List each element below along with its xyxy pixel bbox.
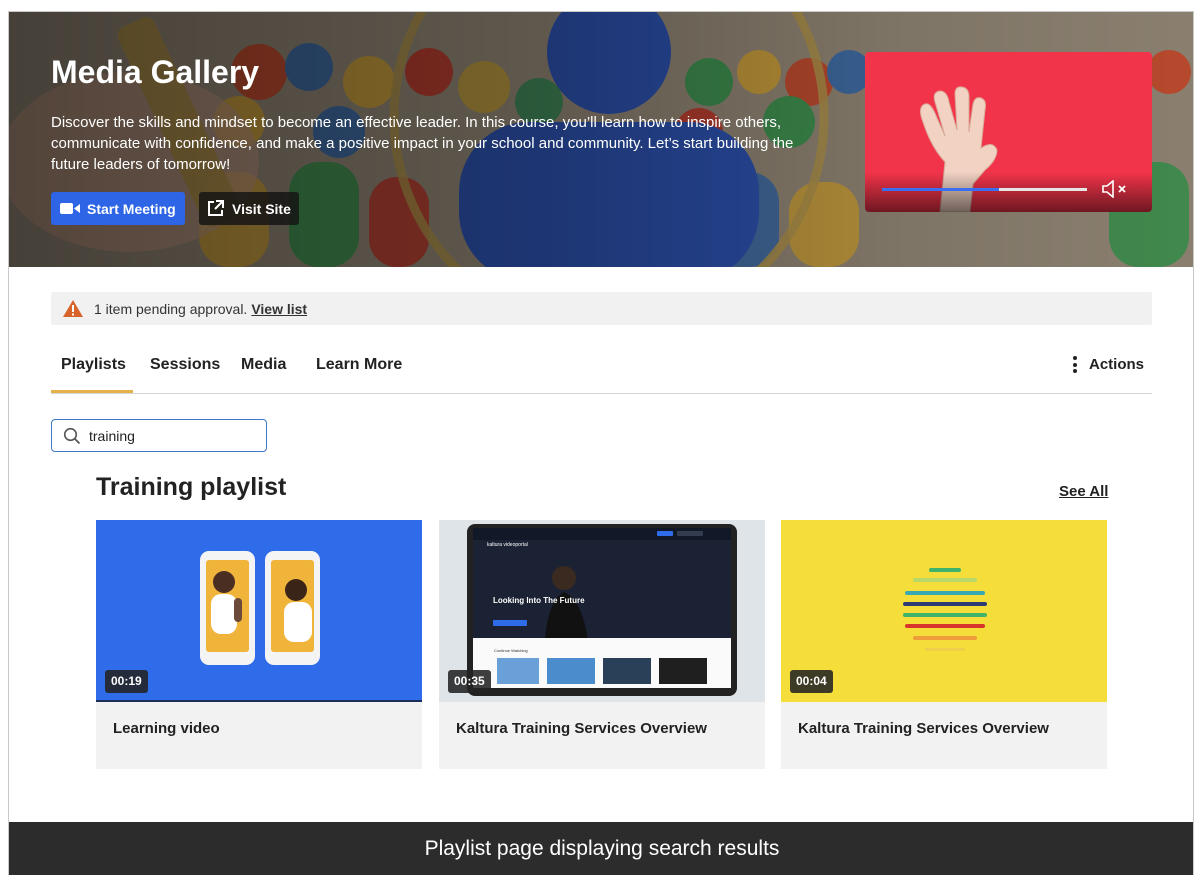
start-meeting-button[interactable]: Start Meeting — [51, 192, 185, 225]
player-progress-bar[interactable] — [882, 188, 1087, 191]
warning-icon — [63, 300, 83, 317]
media-card[interactable]: 00:19 Learning video — [96, 520, 422, 769]
card-title[interactable]: Kaltura Training Services Overview — [798, 720, 1049, 737]
page-title: Media Gallery — [51, 54, 260, 90]
actions-menu-button[interactable]: Actions — [1072, 356, 1144, 373]
gallery-tabs: Playlists Sessions Media Learn More Acti… — [51, 342, 1152, 394]
external-link-icon — [208, 200, 224, 216]
tab-learn-more[interactable]: Learn More — [316, 356, 402, 374]
hero-video-player[interactable] — [865, 52, 1152, 212]
media-thumbnail[interactable]: 00:04 — [781, 520, 1107, 702]
video-camera-icon — [60, 203, 80, 214]
media-thumbnail[interactable]: 00:19 — [96, 520, 422, 702]
card-title[interactable]: Learning video — [113, 720, 220, 737]
thumbnail-row-label: Continue Watching — [494, 648, 528, 653]
duration-badge: 00:04 — [790, 670, 833, 693]
hero-description: Discover the skills and mindset to becom… — [51, 114, 794, 173]
view-list-link[interactable]: View list — [251, 301, 307, 317]
duration-badge: 00:35 — [448, 670, 491, 693]
card-title[interactable]: Kaltura Training Services Overview — [456, 720, 707, 737]
actions-label: Actions — [1088, 356, 1144, 373]
visit-site-button[interactable]: Visit Site — [199, 192, 299, 225]
duration-badge: 00:19 — [105, 670, 148, 693]
player-progress-fill — [882, 188, 999, 191]
media-thumbnail[interactable]: kaltura videoportal Looking Into The Fut… — [439, 520, 765, 702]
kebab-icon — [1072, 356, 1077, 373]
media-card[interactable]: kaltura videoportal Looking Into The Fut… — [439, 520, 765, 769]
alert-text: 1 item pending approval. — [94, 300, 248, 317]
thumbnail-headline-text: Looking Into The Future — [493, 596, 585, 605]
media-card[interactable]: 00:04 Kaltura Training Services Overview — [781, 520, 1107, 769]
search-input[interactable] — [89, 427, 249, 444]
tab-playlists[interactable]: Playlists — [61, 356, 126, 374]
volume-muted-icon[interactable] — [1101, 180, 1131, 198]
pending-approval-alert: 1 item pending approval. View list — [51, 292, 1152, 325]
active-tab-indicator — [51, 390, 133, 393]
search-box[interactable] — [51, 419, 267, 452]
tab-sessions[interactable]: Sessions — [150, 356, 220, 374]
see-all-link[interactable]: See All — [1059, 483, 1108, 500]
playlist-title: Training playlist — [96, 473, 287, 501]
thumbnail-brand-text: kaltura videoportal — [487, 542, 528, 548]
hero-banner: Media Gallery Discover the skills and mi… — [9, 12, 1193, 267]
figure-caption: Playlist page displaying search results — [9, 822, 1193, 875]
tab-media[interactable]: Media — [241, 356, 286, 374]
start-meeting-label: Start Meeting — [87, 200, 176, 217]
visit-site-label: Visit Site — [232, 200, 291, 217]
page-frame: Media Gallery Discover the skills and mi… — [8, 11, 1194, 875]
search-icon — [63, 427, 81, 444]
